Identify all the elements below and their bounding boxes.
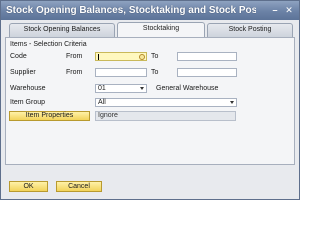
text-cursor [98,54,99,60]
code-label: Code [10,53,27,60]
supplier-from-label: From [66,69,83,76]
tab-stocktaking[interactable]: Stocktaking [117,22,205,37]
close-icon[interactable]: ✕ [283,4,295,16]
item-properties-value: Ignore [95,111,236,121]
supplier-to-input[interactable] [177,68,237,77]
item-group-select[interactable]: All [95,98,237,107]
ok-button[interactable]: OK [9,181,48,192]
warehouse-select[interactable]: 01 [95,84,147,93]
tab-bar: Stock Opening Balances Stock Posting Sto… [1,20,299,37]
chevron-down-icon [140,87,144,90]
title-bar[interactable]: Stock Opening Balances, Stocktaking and … [1,1,299,20]
tab-stock-posting[interactable]: Stock Posting [207,23,293,37]
warehouse-label: Warehouse [10,85,46,92]
item-properties-button[interactable]: Item Properties [9,111,90,121]
dialog-window: Stock Opening Balances, Stocktaking and … [0,0,300,200]
code-to-input[interactable] [177,52,237,61]
lookup-icon[interactable] [139,54,145,60]
code-from-input[interactable] [95,52,147,61]
tab-stock-opening-balances[interactable]: Stock Opening Balances [9,23,115,37]
supplier-from-input[interactable] [95,68,147,77]
cancel-button[interactable]: Cancel [56,181,102,192]
warehouse-name: General Warehouse [156,85,219,92]
supplier-to-label: To [151,69,159,76]
chevron-down-icon [230,101,234,104]
minimize-icon[interactable]: – [269,4,281,16]
supplier-label: Supplier [10,69,36,76]
item-group-label: Item Group [10,99,46,106]
window-title: Stock Opening Balances, Stocktaking and … [6,5,256,16]
code-from-label: From [66,53,83,60]
section-title: Items - Selection Criteria [10,41,87,48]
selection-criteria-panel: Items - Selection Criteria Code From To … [5,37,295,165]
code-to-label: To [151,53,159,60]
